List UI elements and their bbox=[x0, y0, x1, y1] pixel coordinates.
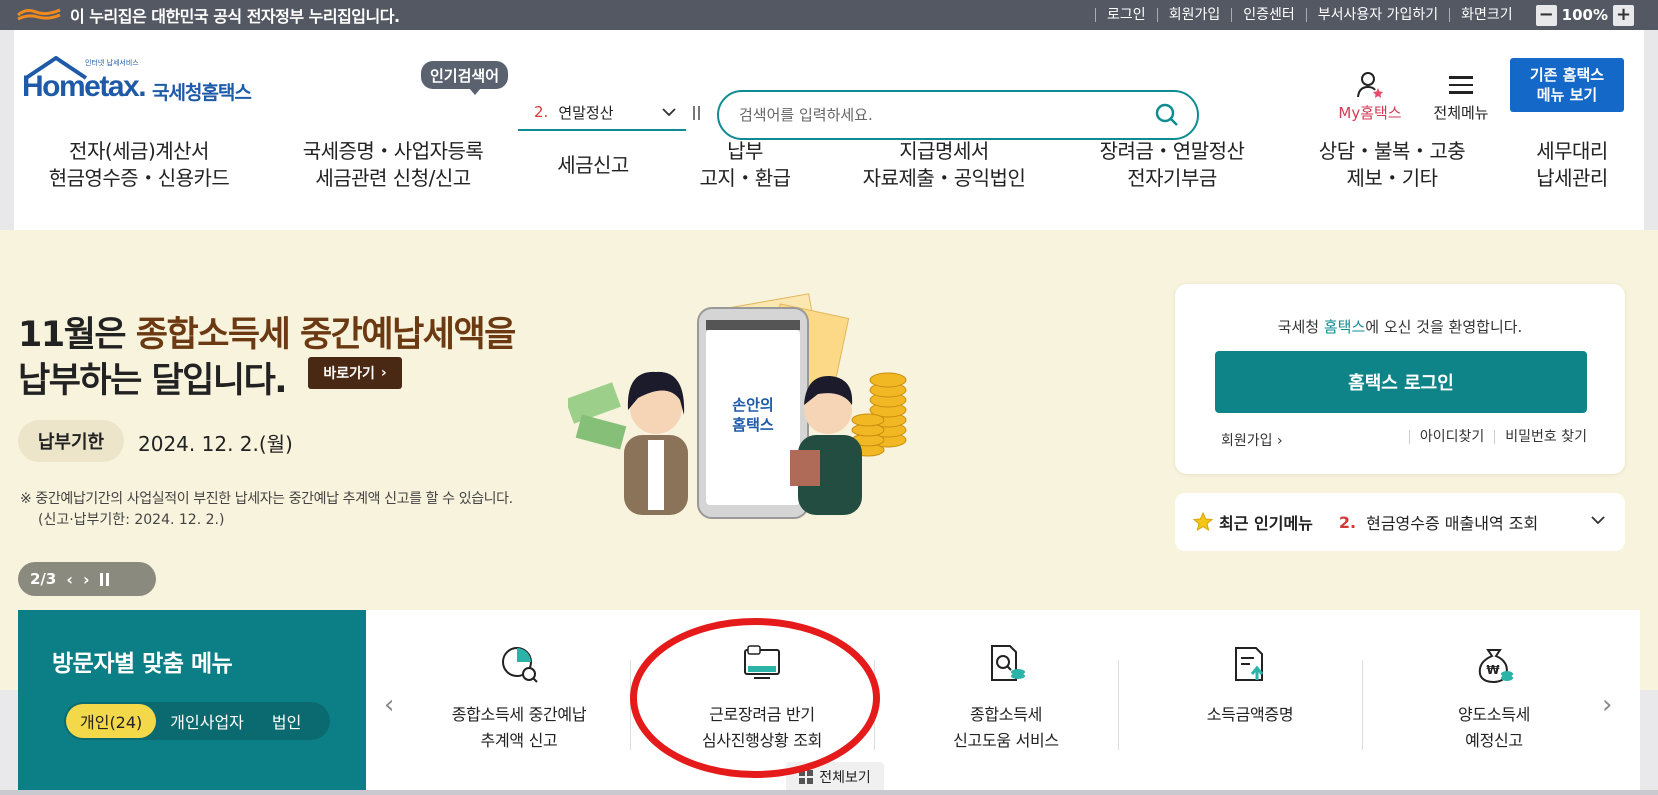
all-menu-button[interactable]: 전체메뉴 bbox=[1430, 70, 1492, 123]
recent-popular-menu[interactable]: 최근 인기메뉴 2. 현금영수증 매출내역 조회 bbox=[1175, 493, 1625, 551]
signup-link[interactable]: 회원가입 › bbox=[1221, 430, 1283, 450]
popular-search-badge: 인기검색어 bbox=[421, 61, 509, 95]
star-icon bbox=[1192, 511, 1214, 532]
gnb-item-payment[interactable]: 납부 고지・환급 bbox=[699, 138, 791, 192]
quick-item-interim-prepayment[interactable]: 종합소득세 중간예납 추계액 신고 bbox=[398, 640, 640, 754]
slide-page-indicator: 2/3 bbox=[30, 570, 57, 588]
my-hometax-button[interactable]: My홈택스 bbox=[1334, 70, 1406, 123]
gnb-item-incentive[interactable]: 장려금・연말정산 전자기부금 bbox=[1100, 138, 1245, 192]
tab-corporation[interactable]: 법인 bbox=[258, 704, 315, 738]
popular-pause-icon[interactable] bbox=[693, 106, 703, 120]
user-star-icon bbox=[1355, 70, 1385, 100]
quick-item-income-certificate[interactable]: 소득금액증명 bbox=[1129, 640, 1371, 728]
gnb-item-payment-statement[interactable]: 지급명세서 자료제출・공익법인 bbox=[863, 138, 1026, 192]
gov-banner-text: 이 누리집은 대한민국 공식 전자정부 누리집입니다. bbox=[70, 7, 400, 26]
gnb-item-invoice[interactable]: 전자(세금)계산서 현금영수증・신용카드 bbox=[49, 138, 230, 192]
visitor-menu-panel: 방문자별 맞춤 메뉴 개인(24) 개인사업자 법인 bbox=[18, 610, 366, 790]
gnb-item-tax-agent[interactable]: 세무대리 납세관리 bbox=[1536, 138, 1608, 192]
pause-icon[interactable] bbox=[99, 572, 109, 586]
old-hometax-menu-button[interactable]: 기존 홈택스 메뉴 보기 bbox=[1510, 58, 1624, 112]
dept-user-signup-link[interactable]: 부서사용자 가입하기 bbox=[1305, 8, 1449, 22]
banner-illustration: 손안의 홈택스 bbox=[565, 290, 928, 540]
logo-tagline: 인터넷 납세서비스 bbox=[85, 59, 139, 67]
carousel-prev-icon[interactable]: ‹ bbox=[384, 690, 394, 720]
banner-headline-1: 11월은 종합소득세 중간예납세액을 bbox=[18, 315, 516, 355]
zoom-control: − 100% + bbox=[1535, 4, 1634, 26]
all-menu-label: 전체메뉴 bbox=[1433, 104, 1489, 122]
gnb-item-certificate[interactable]: 국세증명・사업자등록 세금관련 신청/신고 bbox=[303, 138, 484, 192]
chevron-left-icon[interactable]: ‹ bbox=[66, 570, 73, 589]
popular-rank: 2. bbox=[534, 103, 549, 121]
gnb-item-counseling[interactable]: 상담・불복・고충 제보・기타 bbox=[1319, 138, 1466, 192]
svg-text:₩: ₩ bbox=[1486, 663, 1500, 677]
banner-notice-deadline: (신고·납부기한: 2024. 12. 2.) bbox=[38, 512, 225, 528]
cert-center-link[interactable]: 인증센터 bbox=[1231, 8, 1306, 22]
pie-chart-search-icon bbox=[499, 644, 539, 684]
find-id-link[interactable]: 아이디찾기 bbox=[1408, 430, 1494, 444]
banner-notice: ※ 중간예납기간의 사업실적이 부진한 납세자는 중간예납 추계액 신고를 할 … bbox=[20, 491, 513, 507]
zoom-level: 100% bbox=[1561, 6, 1608, 24]
search-icon[interactable] bbox=[1155, 103, 1179, 127]
gov-banner-bar: 이 누리집은 대한민국 공식 전자정부 누리집입니다. 로그인 회원가입 인증센… bbox=[0, 0, 1658, 30]
main-navigation: 전자(세금)계산서 현금영수증・신용카드 국세증명・사업자등록 세금관련 신청/신고… bbox=[14, 138, 1644, 228]
logo-korean-name: 국세청홈택스 bbox=[152, 82, 252, 104]
chevron-down-icon bbox=[1591, 513, 1605, 529]
banner-headline-2: 납부하는 달입니다. bbox=[18, 361, 288, 401]
quick-item-income-tax-help[interactable]: 종합소득세 신고도움 서비스 bbox=[885, 640, 1127, 754]
phone-text-2: 홈택스 bbox=[732, 416, 774, 434]
money-bag-icon: ₩ bbox=[1474, 644, 1514, 684]
my-hometax-label: My홈택스 bbox=[1338, 104, 1402, 122]
banner-go-button[interactable]: 바로가기 › bbox=[308, 357, 402, 389]
view-all-button[interactable]: 전체보기 bbox=[786, 762, 884, 792]
chevron-right-icon: › bbox=[380, 365, 387, 381]
chevron-right-icon: › bbox=[1276, 433, 1283, 449]
quick-menu-carousel: ‹ › 종합소득세 중간예납 추계액 신고 근로장려금 반기 심사진행상황 조회 종… bbox=[366, 610, 1640, 790]
tab-sole-proprietor[interactable]: 개인사업자 bbox=[156, 704, 258, 738]
grid-icon bbox=[799, 770, 814, 784]
hometax-login-button[interactable]: 홈택스 로그인 bbox=[1215, 351, 1587, 413]
quick-item-capital-gains-tax[interactable]: ₩ 양도소득세 예정신고 bbox=[1373, 640, 1615, 754]
document-search-coins-icon bbox=[986, 644, 1026, 684]
logo-wordmark: Hometax. bbox=[22, 70, 147, 103]
signup-link[interactable]: 회원가입 bbox=[1156, 8, 1232, 22]
visitor-menu-title: 방문자별 맞춤 메뉴 bbox=[52, 651, 233, 677]
zoom-out-button[interactable]: − bbox=[1535, 4, 1557, 26]
popular-search-select[interactable]: 2. 연말정산 bbox=[518, 95, 686, 131]
chevron-down-icon bbox=[662, 105, 676, 121]
zoom-in-button[interactable]: + bbox=[1613, 4, 1634, 26]
popular-keyword: 연말정산 bbox=[558, 103, 614, 122]
hamburger-icon bbox=[1446, 70, 1476, 100]
egov-logo-icon bbox=[16, 5, 62, 25]
gnb-item-tax-filing[interactable]: 세금신고 bbox=[557, 152, 629, 179]
login-card: 국세청 홈택스에 오신 것을 환영합니다. 홈택스 로그인 회원가입 › 아이디… bbox=[1175, 284, 1625, 474]
find-password-link[interactable]: 비밀번호 찾기 bbox=[1494, 430, 1587, 444]
due-date-label: 납부기한 bbox=[18, 420, 124, 462]
due-date-value: 2024. 12. 2.(월) bbox=[138, 432, 293, 456]
hometax-logo[interactable]: 인터넷 납세서비스 Hometax. 국세청홈택스 bbox=[20, 56, 260, 116]
search-input[interactable] bbox=[739, 104, 1139, 126]
find-links: 아이디찾기 비밀번호 찾기 bbox=[1408, 430, 1587, 444]
chevron-right-icon[interactable]: › bbox=[83, 570, 90, 589]
banner-slide-control: 2/3 ‹ › bbox=[18, 562, 156, 596]
visitor-type-tabs: 개인(24) 개인사업자 법인 bbox=[64, 702, 330, 740]
search-box bbox=[717, 90, 1199, 140]
quick-item-work-incentive-status[interactable]: 근로장려금 반기 심사진행상황 조회 bbox=[641, 640, 883, 754]
site-header: 인터넷 납세서비스 Hometax. 국세청홈택스 인기검색어 2. 연말정산 … bbox=[0, 30, 1658, 230]
phone-text-1: 손안의 bbox=[732, 396, 773, 414]
monitor-chat-icon bbox=[742, 644, 782, 684]
welcome-text: 국세청 홈택스에 오신 것을 환영합니다. bbox=[1277, 318, 1523, 336]
login-link[interactable]: 로그인 bbox=[1095, 8, 1157, 22]
screen-size-label: 화면크기 bbox=[1449, 8, 1524, 22]
document-upload-icon bbox=[1230, 644, 1270, 684]
tab-individual[interactable]: 개인(24) bbox=[66, 704, 157, 738]
gov-utility-links: 로그인 회원가입 인증센터 부서사용자 가입하기 화면크기 − 100% + bbox=[1095, 0, 1634, 30]
